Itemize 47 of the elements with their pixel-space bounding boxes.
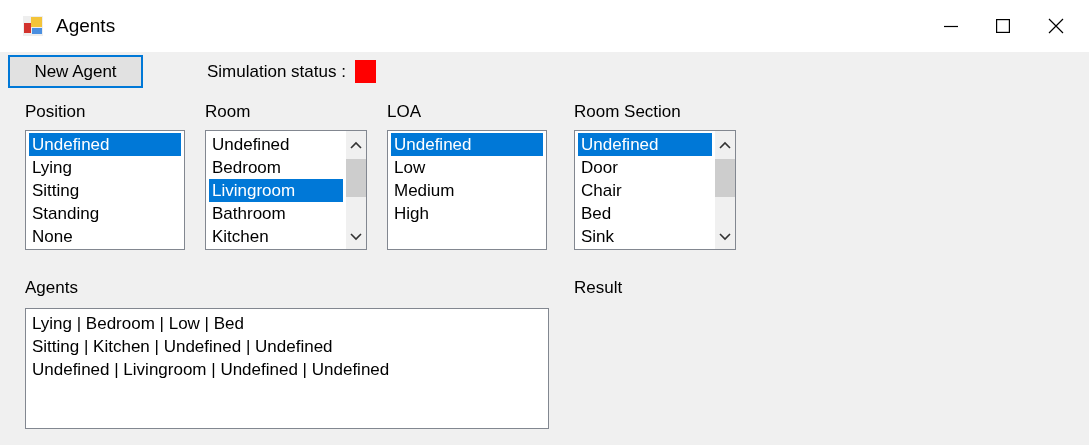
list-item[interactable]: Lying	[29, 156, 181, 179]
window-title: Agents	[56, 15, 116, 37]
list-item[interactable]: Standing	[29, 202, 181, 225]
list-label: LOA	[387, 101, 422, 123]
scroll-down-icon[interactable]	[719, 233, 731, 241]
list-item[interactable]: Medium	[391, 179, 543, 202]
agent-entry: Sitting | Kitchen | Undefined | Undefined	[32, 336, 333, 358]
list-item[interactable]: Sink	[578, 225, 712, 248]
scroll-up-icon[interactable]	[719, 141, 731, 149]
list-item[interactable]: Sitting	[29, 179, 181, 202]
list-item[interactable]: Door	[578, 156, 712, 179]
list-item[interactable]: Bathroom	[209, 202, 343, 225]
list-item[interactable]: Kitchen	[209, 225, 343, 248]
list-item[interactable]: Bed	[578, 202, 712, 225]
scroll-thumb[interactable]	[715, 159, 735, 197]
list-item[interactable]: Undefined	[391, 133, 543, 156]
agents-label: Agents	[25, 277, 78, 299]
result-label: Result	[574, 277, 623, 299]
list-item[interactable]: Chair	[578, 179, 712, 202]
list-label: Room	[205, 101, 251, 123]
app-icon	[22, 15, 44, 37]
list-label: Position	[25, 101, 86, 123]
list-item[interactable]: None	[29, 225, 181, 248]
agent-entry: Undefined | Livingroom | Undefined | Undefined	[32, 359, 390, 381]
maximize-icon[interactable]	[996, 19, 1010, 33]
list-item[interactable]: Undefined	[209, 133, 343, 156]
list-item[interactable]: High	[391, 202, 543, 225]
scrollbar[interactable]	[346, 131, 366, 249]
list-box[interactable]: Undefined Door Chair Bed Sink	[574, 130, 736, 250]
simulation-status-label: Simulation status :	[207, 61, 346, 82]
scroll-down-icon[interactable]	[350, 233, 362, 241]
list-item[interactable]: Livingroom	[209, 179, 343, 202]
agent-entry: Lying | Bedroom | Low | Bed	[32, 313, 244, 335]
list-box[interactable]: Undefined Bedroom Livingroom Bathroom Kitchen	[205, 130, 367, 250]
list-item[interactable]: Bedroom	[209, 156, 343, 179]
scroll-thumb[interactable]	[346, 159, 366, 197]
scroll-up-icon[interactable]	[350, 141, 362, 149]
list-item[interactable]: Low	[391, 156, 543, 179]
list-item[interactable]: Undefined	[29, 133, 181, 156]
list-box[interactable]: Undefined Lying Sitting Standing None	[25, 130, 185, 250]
new-agent-button[interactable]: New Agent	[8, 55, 143, 88]
list-label: Room Section	[574, 101, 681, 123]
list-item[interactable]: Undefined	[578, 133, 712, 156]
close-icon[interactable]	[1048, 18, 1064, 34]
list-box[interactable]: Undefined Low Medium High	[387, 130, 547, 250]
scrollbar[interactable]	[715, 131, 735, 249]
agents-field[interactable]: Lying | Bedroom | Low | Bed Sitting | Kitchen | Undefined | Undefined Undefined | Livingroom | Undefined | Undefined	[25, 308, 549, 429]
